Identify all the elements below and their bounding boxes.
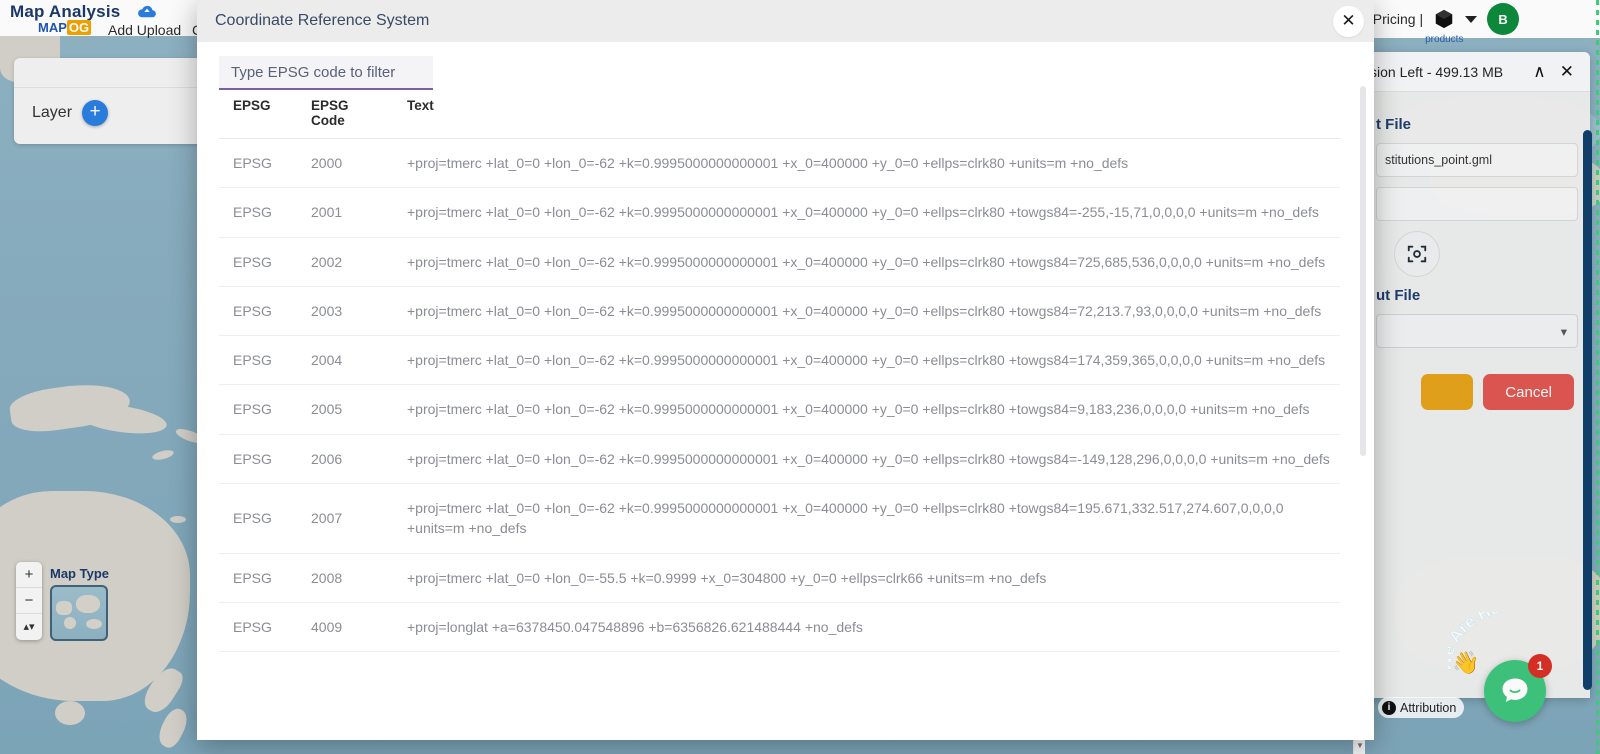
cell-epsg-code: 2002 <box>297 237 393 287</box>
table-row[interactable]: EPSG 2008 +proj=tmerc +lat_0=0 +lon_0=-55.… <box>219 553 1340 603</box>
table-row[interactable]: EPSG 4009 +proj=longlat +a=6378450.0475488… <box>219 602 1340 653</box>
modal-close-button[interactable]: ✕ <box>1333 5 1364 37</box>
cell-text: +proj=tmerc +lat_0=0 +lon_0=-62 +k=0.999… <box>393 384 1340 435</box>
crs-modal-body: EPSG EPSG Code Text EPSG2000+proj=tmerc … <box>197 42 1374 740</box>
column-header-epsg: EPSG <box>219 90 297 139</box>
cell-epsg: EPSG <box>219 483 297 554</box>
cell-epsg-code: 2007 <box>297 483 393 554</box>
table-row[interactable]: EPSG 2004 +proj=tmerc +lat_0=0 +lon_0=-62 … <box>219 335 1340 386</box>
filter-area <box>197 42 1374 90</box>
cell-text: +proj=tmerc +lat_0=0 +lon_0=-62 +k=0.999… <box>393 335 1340 386</box>
crs-modal-title: Coordinate Reference System <box>215 12 430 29</box>
cell-epsg-code: 4009 <box>297 602 393 653</box>
cell-epsg: EPSG <box>219 286 297 337</box>
table-row[interactable]: EPSG 2001 +proj=tmerc +lat_0=0 +lon_0=-62 … <box>219 187 1340 238</box>
crs-modal: Coordinate Reference System ✕ EPSG EPSG … <box>197 0 1374 740</box>
cell-text: +proj=tmerc +lat_0=0 +lon_0=-62 +k=0.999… <box>393 237 1340 287</box>
cell-text: +proj=tmerc +lat_0=0 +lon_0=-55.5 +k=0.9… <box>393 553 1340 603</box>
crs-table-body: EPSG 2000 +proj=tmerc +lat_0=0 +lon_0=-62 … <box>219 138 1340 653</box>
table-row[interactable]: EPSG 2000 +proj=tmerc +lat_0=0 +lon_0=-62 … <box>219 138 1340 189</box>
crs-table-head: EPSG EPSG Code Text <box>219 90 1340 139</box>
modal-scrollbar-track[interactable] <box>1360 46 1366 740</box>
cell-epsg-code: 2008 <box>297 553 393 603</box>
modal-scrollbar-thumb[interactable] <box>1360 86 1366 456</box>
table-row[interactable]: EPSG 2006 +proj=tmerc +lat_0=0 +lon_0=-62 … <box>219 434 1340 485</box>
crs-modal-header: Coordinate Reference System ✕ <box>197 0 1374 42</box>
cell-text: +proj=tmerc +lat_0=0 +lon_0=-62 +k=0.999… <box>393 286 1340 337</box>
epsg-filter-input[interactable] <box>219 56 433 90</box>
table-row[interactable]: EPSG 2005 +proj=tmerc +lat_0=0 +lon_0=-62 … <box>219 384 1340 435</box>
column-header-text: Text <box>393 90 1340 139</box>
cell-epsg: EPSG <box>219 434 297 485</box>
column-header-epsg-code: EPSG Code <box>297 90 393 139</box>
cell-epsg: EPSG <box>219 384 297 435</box>
cell-epsg: EPSG <box>219 138 297 189</box>
cell-epsg: EPSG <box>219 553 297 603</box>
cell-text: +proj=tmerc +lat_0=0 +lon_0=-62 +k=0.999… <box>393 483 1340 554</box>
cell-epsg-code: 2001 <box>297 187 393 238</box>
cell-text: +proj=tmerc +lat_0=0 +lon_0=-62 +k=0.999… <box>393 138 1340 189</box>
crs-table: EPSG EPSG Code Text EPSG 2000 +proj=tmerc … <box>219 90 1340 653</box>
table-row[interactable]: EPSG 2002 +proj=tmerc +lat_0=0 +lon_0=-62 … <box>219 237 1340 287</box>
table-row[interactable]: EPSG 2003 +proj=tmerc +lat_0=0 +lon_0=-62 … <box>219 286 1340 337</box>
table-row[interactable]: EPSG 2007 +proj=tmerc +lat_0=0 +lon_0=-62 … <box>219 483 1340 554</box>
cell-epsg: EPSG <box>219 335 297 386</box>
cell-epsg-code: 2005 <box>297 384 393 435</box>
cell-epsg: EPSG <box>219 237 297 287</box>
app-root: Map Analysis MAPOG Add Upload C Layer + … <box>0 0 1600 754</box>
cell-epsg-code: 2000 <box>297 138 393 189</box>
cell-text: +proj=tmerc +lat_0=0 +lon_0=-62 +k=0.999… <box>393 434 1340 485</box>
cell-epsg: EPSG <box>219 602 297 653</box>
crs-table-header-row: EPSG EPSG Code Text <box>219 90 1340 139</box>
cell-text: +proj=longlat +a=6378450.047548896 +b=63… <box>393 602 1340 653</box>
cell-epsg-code: 2003 <box>297 286 393 337</box>
cell-epsg-code: 2004 <box>297 335 393 386</box>
cell-epsg-code: 2006 <box>297 434 393 485</box>
cell-epsg: EPSG <box>219 187 297 238</box>
cell-text: +proj=tmerc +lat_0=0 +lon_0=-62 +k=0.999… <box>393 187 1340 238</box>
